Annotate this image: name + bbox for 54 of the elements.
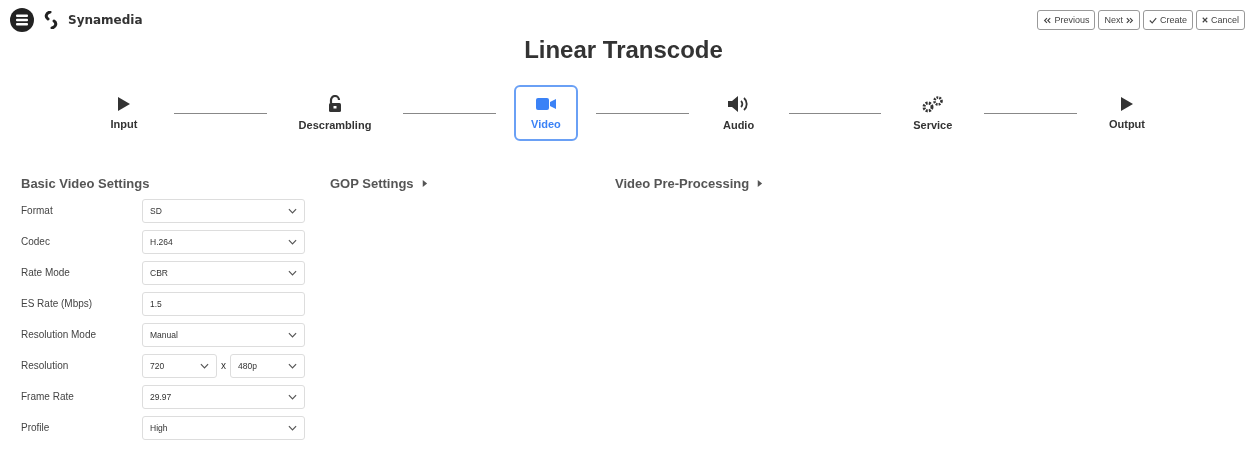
wizard-step[interactable]: Output [1094, 85, 1159, 141]
dropdown[interactable]: 29.97 [142, 384, 305, 409]
toolbar-button[interactable]: Previous [1037, 10, 1096, 30]
field-label: Rate Mode [21, 267, 71, 278]
dropdown[interactable]: Manual [142, 322, 305, 347]
caret-right-icon [756, 180, 764, 187]
chevron-down-icon [288, 207, 297, 214]
check-icon [1148, 16, 1157, 24]
toolbar-button[interactable]: Create [1142, 10, 1193, 30]
caret-right-icon [420, 180, 428, 187]
section-toggle[interactable]: GOP Settings [330, 176, 615, 191]
separator-text: x [221, 360, 226, 371]
chevron-down-icon [288, 362, 297, 369]
double-chevron-right-icon [1125, 16, 1134, 24]
double-chevron-left-icon [1043, 16, 1052, 24]
wizard-step[interactable]: Service [899, 84, 967, 142]
dropdown[interactable]: 480p [230, 353, 305, 378]
chevron-down-icon [288, 424, 297, 431]
dropdown[interactable]: H.264 [142, 229, 305, 254]
field-label: Format [21, 205, 54, 216]
chevron-down-icon [200, 362, 209, 369]
brand-name: Synamedia [68, 13, 143, 27]
menu-icon[interactable] [10, 8, 34, 32]
video-camera-icon [534, 96, 557, 112]
wizard-step[interactable]: Input [92, 85, 156, 141]
play-icon [117, 96, 131, 112]
dropdown[interactable]: SD [142, 198, 305, 223]
wizard-step[interactable]: Audio [706, 84, 771, 142]
field-label: ES Rate (Mbps) [21, 298, 94, 309]
logo-icon [44, 11, 58, 29]
close-icon [1202, 17, 1208, 23]
field-label: Resolution [21, 360, 70, 371]
chevron-down-icon [288, 238, 297, 245]
play-icon [1119, 96, 1134, 112]
input-field[interactable]: 1.5 [142, 291, 305, 316]
dropdown[interactable]: CBR [142, 260, 305, 285]
dropdown[interactable]: High [142, 415, 305, 440]
wizard-step[interactable]: Video [513, 85, 578, 141]
chevron-down-icon [288, 393, 297, 400]
field-label: Profile [21, 422, 51, 433]
page-title: Linear Transcode [523, 36, 724, 64]
toolbar-button[interactable]: Cancel [1196, 10, 1245, 30]
section-heading: Basic Video Settings [21, 176, 151, 191]
chevron-down-icon [288, 331, 297, 338]
field-label: Frame Rate [21, 391, 75, 402]
chevron-down-icon [288, 269, 297, 276]
toolbar-button[interactable]: Next [1098, 10, 1140, 30]
section-toggle[interactable]: Video Pre-Processing [615, 176, 764, 191]
unlocked-padlock-icon [328, 95, 342, 113]
wizard-step[interactable]: Descrambling [284, 84, 386, 142]
dropdown[interactable]: 720 [142, 353, 217, 378]
gears-icon [920, 95, 945, 113]
field-label: Codec [21, 236, 51, 247]
field-label: Resolution Mode [21, 329, 98, 340]
